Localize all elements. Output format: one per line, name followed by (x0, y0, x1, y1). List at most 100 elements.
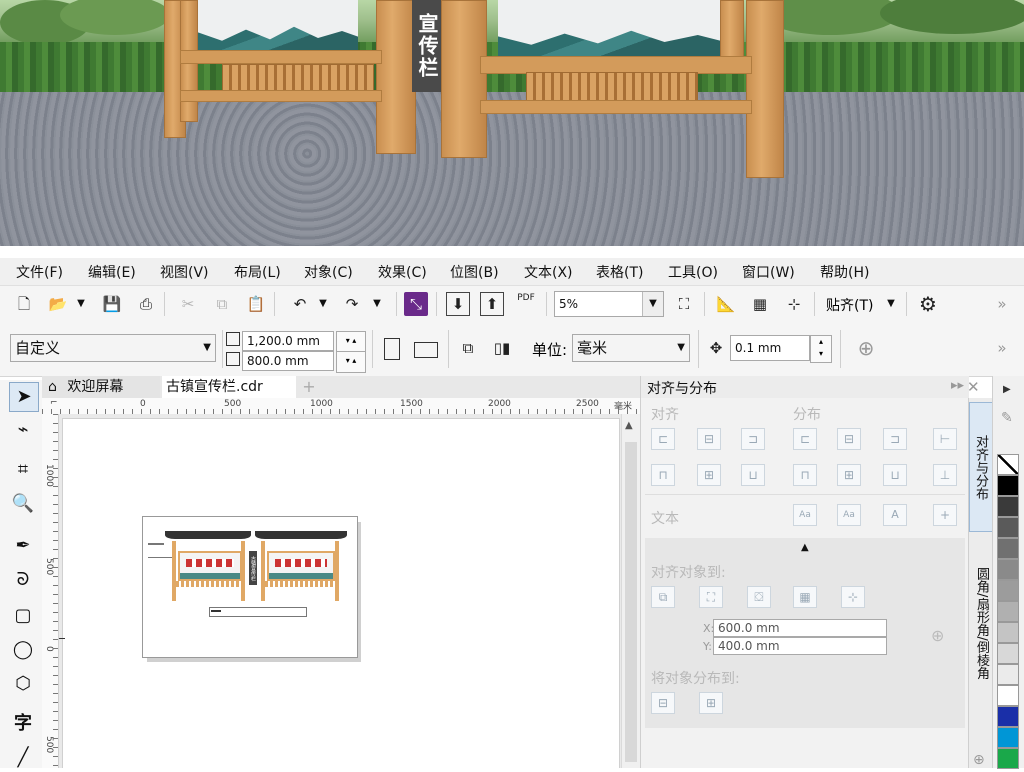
menu-tools[interactable]: 工具(O) (668, 262, 718, 282)
zoom-level-field[interactable]: 5% ▼ (554, 291, 664, 317)
chevron-down-icon[interactable]: ▼ (203, 335, 211, 361)
shape-tool-icon[interactable]: ⌁ (9, 416, 37, 444)
distribute-selection-icon[interactable]: ⊟ (651, 692, 675, 714)
add-docker-icon[interactable]: ⊕ (973, 752, 985, 768)
align-center-v-icon[interactable]: ⊞ (697, 464, 721, 486)
page-center-icon[interactable]: ⛋ (747, 586, 771, 608)
ruler-origin[interactable]: ⌐ (50, 398, 58, 408)
distribute-spacing-v-icon[interactable]: ⊥ (933, 464, 957, 486)
page-height-field[interactable]: 800.0 mm (242, 351, 334, 371)
grid-icon[interactable]: ▦ (793, 586, 817, 608)
save-icon[interactable]: 💾 (100, 292, 124, 316)
all-pages-icon[interactable]: ⧉ (456, 336, 480, 360)
color-swatch[interactable] (997, 517, 1019, 538)
align-right-icon[interactable]: ⊐ (741, 428, 765, 450)
show-guidelines-icon[interactable]: ⊹ (782, 292, 806, 316)
export-icon[interactable]: ⬆ (480, 292, 504, 316)
copy-icon[interactable]: ⧉ (210, 292, 234, 316)
publish-pdf-icon[interactable]: PDF (514, 292, 538, 316)
toolbar-overflow-icon[interactable]: » (990, 292, 1014, 316)
paste-icon[interactable]: 📋 (244, 292, 268, 316)
vertical-scrollbar[interactable]: ▲ (621, 414, 641, 768)
page-edge-icon[interactable]: ⛶ (699, 586, 723, 608)
drawing-canvas[interactable]: 古镇宣传栏 (59, 414, 621, 768)
landscape-icon[interactable] (414, 342, 438, 358)
snap-to-button[interactable]: 贴齐(T) (826, 295, 873, 315)
close-icon[interactable]: ✕ (967, 378, 980, 396)
chevron-down-icon[interactable]: ▼ (642, 292, 663, 316)
chevron-down-icon[interactable]: ▼ (368, 298, 386, 309)
menu-table[interactable]: 表格(T) (596, 262, 643, 282)
scroll-up-icon[interactable]: ▲ (625, 420, 633, 431)
nudge-spinner[interactable]: ▴ ▾ (810, 335, 832, 363)
page-preset-select[interactable]: 自定义 ▼ (10, 334, 216, 362)
color-swatch[interactable] (997, 538, 1019, 559)
color-swatch[interactable] (997, 559, 1019, 580)
chevron-down-icon[interactable]: ▼ (677, 335, 685, 361)
crop-tool-icon[interactable]: ⌗ (9, 456, 37, 484)
color-swatch[interactable] (997, 727, 1019, 748)
menu-text[interactable]: 文本(X) (524, 262, 573, 282)
distribute-middle-icon[interactable]: ⊞ (837, 464, 861, 486)
artistic-media-icon[interactable]: ᘐ (9, 566, 37, 594)
color-swatch[interactable] (997, 475, 1019, 496)
chevron-down-icon[interactable]: ▼ (882, 298, 900, 309)
pen-tool-icon[interactable]: ✒ (9, 532, 37, 560)
polygon-tool-icon[interactable]: ⬡ (9, 670, 37, 698)
align-left-icon[interactable]: ⊏ (651, 428, 675, 450)
tab-welcome[interactable]: ⌂ 欢迎屏幕 (42, 376, 160, 398)
text-baseline-last-icon[interactable]: Aa (837, 504, 861, 526)
specified-point-icon[interactable]: ⊹ (841, 586, 865, 608)
ellipse-tool-icon[interactable]: ◯ (9, 636, 37, 664)
pick-tool-icon[interactable]: ➤ (9, 382, 39, 412)
color-swatch[interactable] (997, 496, 1019, 517)
rectangle-tool-icon[interactable]: ▢ (9, 602, 37, 630)
show-rulers-icon[interactable]: 📐 (714, 292, 738, 316)
color-swatch[interactable] (997, 643, 1019, 664)
print-icon[interactable]: ⎙ (134, 292, 158, 316)
nudge-distance-field[interactable]: 0.1 mm (730, 335, 810, 361)
align-bottom-icon[interactable]: ⊔ (741, 464, 765, 486)
unit-select[interactable]: 毫米 ▼ (572, 334, 690, 362)
add-preset-icon[interactable]: ⊕ (854, 336, 878, 360)
menu-window[interactable]: 窗口(W) (742, 262, 795, 282)
distribute-spacing-h-icon[interactable]: ⊢ (933, 428, 957, 450)
text-outline-icon[interactable]: + (933, 504, 957, 526)
portrait-icon[interactable] (384, 338, 400, 360)
no-color-swatch[interactable] (997, 454, 1019, 475)
menu-bitmaps[interactable]: 位图(B) (450, 262, 499, 282)
menu-effects[interactable]: 效果(C) (378, 262, 427, 282)
distribute-top-icon[interactable]: ⊓ (793, 464, 817, 486)
menu-view[interactable]: 视图(V) (160, 262, 209, 282)
cut-icon[interactable]: ✂ (176, 292, 200, 316)
full-screen-icon[interactable]: ⛶ (672, 292, 696, 316)
docker-expand-icon[interactable]: ▸▸ (951, 378, 964, 393)
active-objects-icon[interactable]: ⧉ (651, 586, 675, 608)
distribute-center-icon[interactable]: ⊟ (837, 428, 861, 450)
undo-icon[interactable]: ↶ (288, 292, 312, 316)
x-coordinate-field[interactable]: 600.0 mm (713, 619, 887, 637)
horizontal-ruler[interactable]: ⌐ 0 500 1000 1500 2000 2500 毫米 (42, 398, 640, 415)
document-page[interactable]: 古镇宣传栏 (142, 516, 358, 658)
distribute-page-icon[interactable]: ⊞ (699, 692, 723, 714)
color-swatch[interactable] (997, 580, 1019, 601)
new-document-icon[interactable]: 🗋 (12, 292, 36, 316)
tab-document[interactable]: 古镇宣传栏.cdr (162, 376, 296, 398)
text-tool-icon[interactable]: 字 (9, 710, 37, 738)
color-swatch[interactable] (997, 622, 1019, 643)
menu-layout[interactable]: 布局(L) (234, 262, 281, 282)
add-point-icon[interactable]: ⊕ (931, 626, 944, 645)
distribute-right-icon[interactable]: ⊐ (883, 428, 907, 450)
eyedropper-icon[interactable]: ✎ (1001, 410, 1013, 426)
distribute-left-icon[interactable]: ⊏ (793, 428, 817, 450)
gear-icon[interactable]: ⚙ (916, 292, 940, 316)
guideline[interactable] (59, 638, 65, 640)
vertical-ruler[interactable]: 1000 500 0 500 (42, 414, 59, 768)
chevron-down-icon[interactable]: ▼ (72, 298, 90, 309)
text-bounding-box-icon[interactable]: A (883, 504, 907, 526)
tab-fillet-chamfer[interactable]: 圆角/扇形角/倒棱角 (969, 538, 993, 708)
menu-edit[interactable]: 编辑(E) (88, 262, 136, 282)
align-top-icon[interactable]: ⊓ (651, 464, 675, 486)
search-content-icon[interactable]: ⤡ (404, 292, 428, 316)
width-spinner[interactable]: ▾ ▴ (336, 331, 366, 353)
